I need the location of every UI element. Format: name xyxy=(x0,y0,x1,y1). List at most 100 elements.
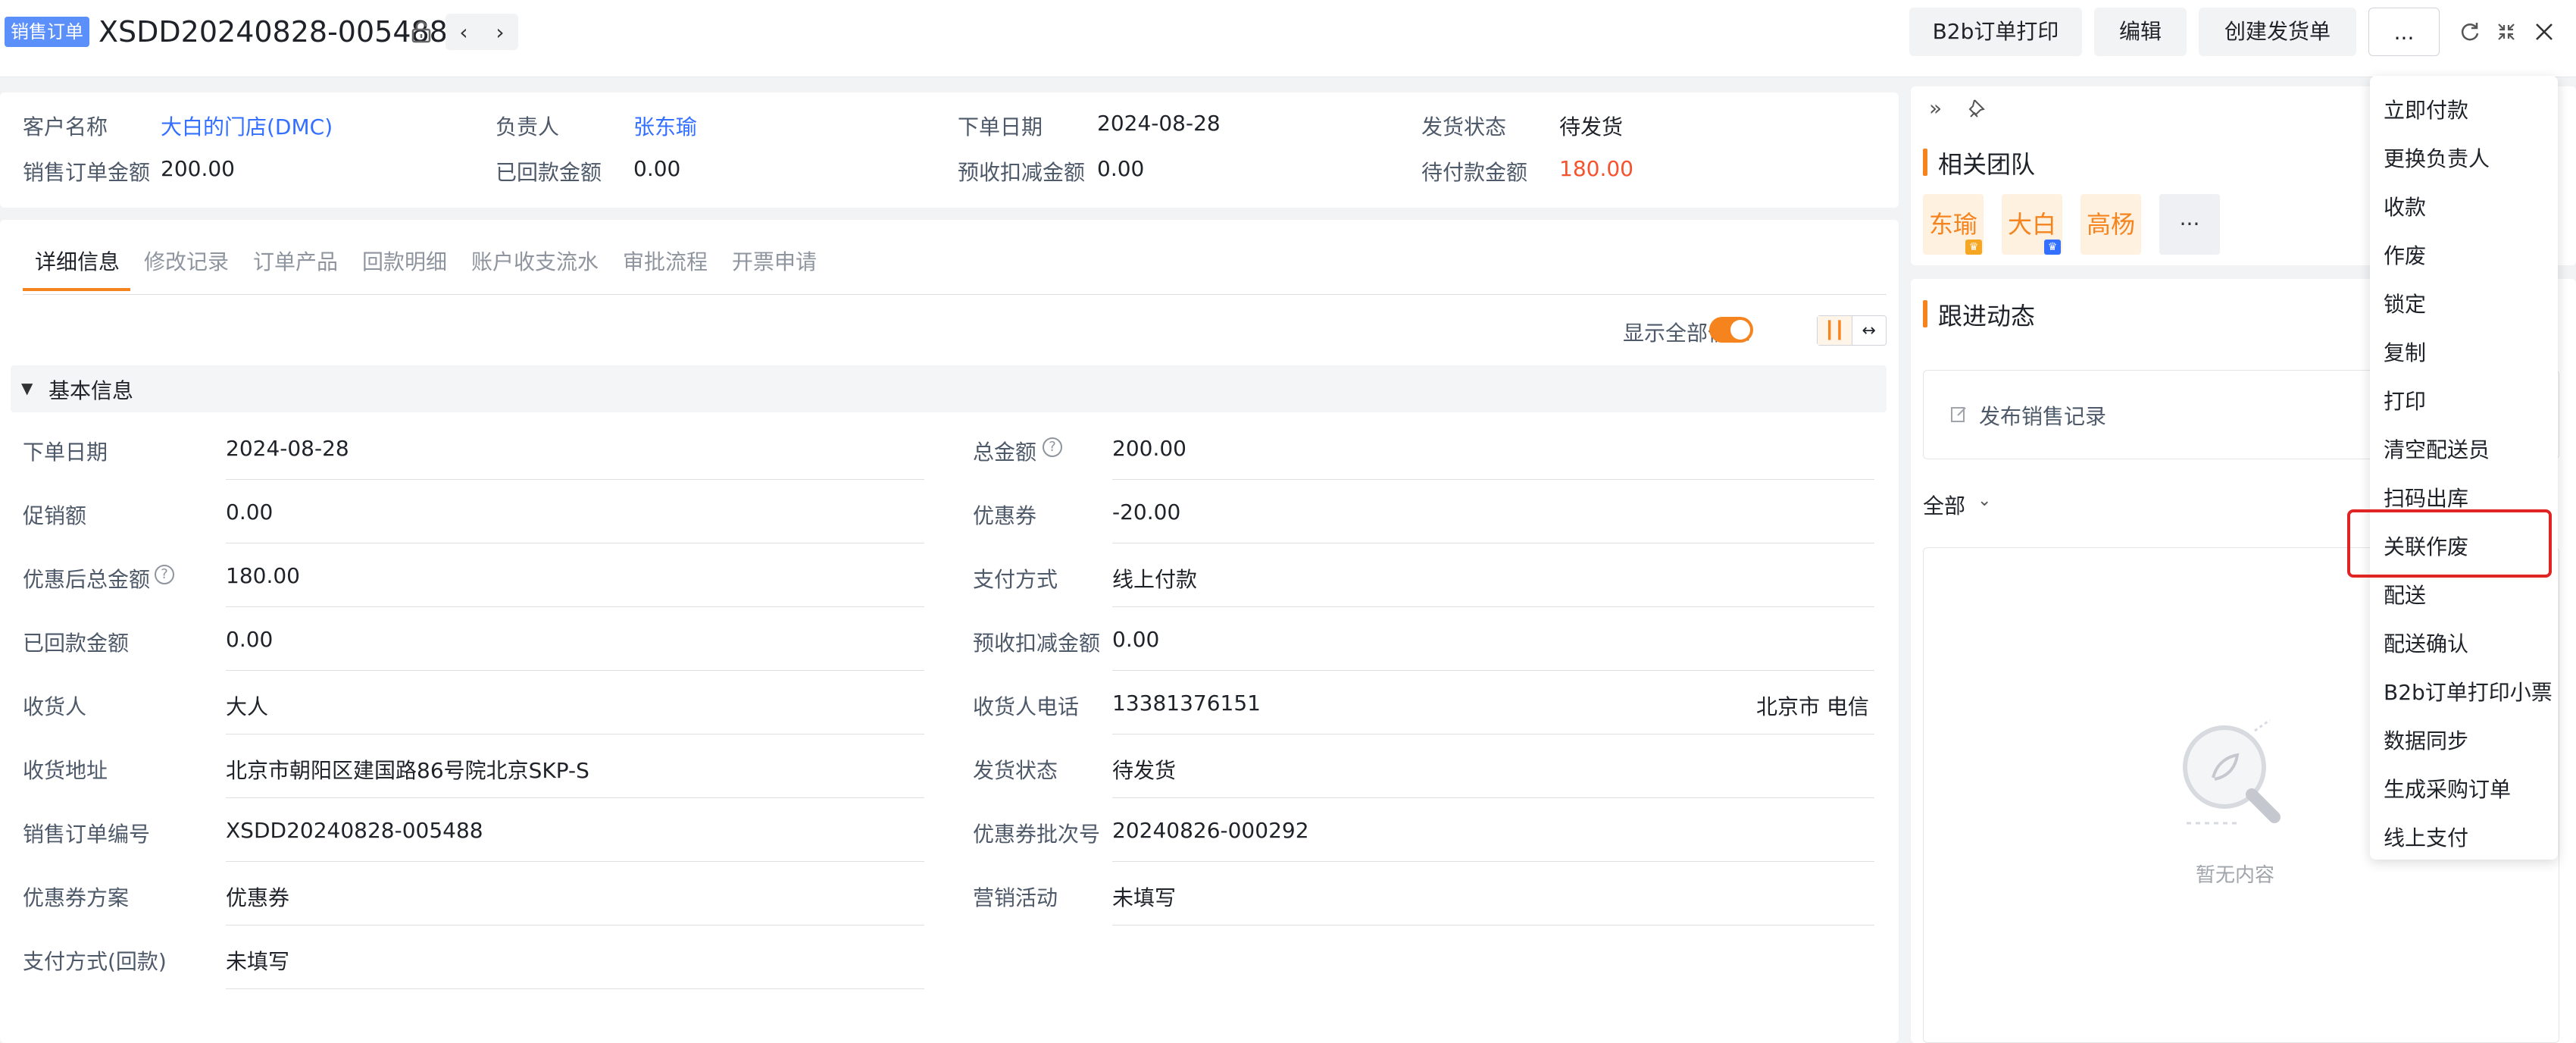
divider xyxy=(23,294,1887,295)
menu-item-create-po[interactable]: 生成采购订单 xyxy=(2384,766,2511,814)
collapse-icon[interactable] xyxy=(2491,15,2521,49)
menu-item-lock[interactable]: 锁定 xyxy=(2384,280,2426,329)
create-shipment-button[interactable]: 创建发货单 xyxy=(2199,8,2356,56)
edit-button[interactable]: 编辑 xyxy=(2094,8,2187,56)
section-header[interactable] xyxy=(11,365,1887,412)
unpaid-amount: 180.00 xyxy=(1559,156,1633,181)
menu-item-print[interactable]: 打印 xyxy=(2384,377,2426,426)
publish-label: 发布销售记录 xyxy=(1979,404,2107,429)
pin-icon[interactable] xyxy=(1967,97,1990,125)
field-label: 预收扣减金额 xyxy=(973,631,1101,656)
summary-label: 销售订单金额 xyxy=(23,160,151,185)
menu-item-confirm-delivery[interactable]: 配送确认 xyxy=(2384,620,2468,669)
field-value: 13381376151 xyxy=(1112,691,1261,716)
divider xyxy=(226,479,924,480)
consignee-link[interactable]: 大人 xyxy=(226,691,268,721)
field-value: 待发货 xyxy=(1112,758,1177,783)
menu-item-pay-now[interactable]: 立即付款 xyxy=(2384,86,2468,135)
field-label: 支付方式(回款) xyxy=(23,949,167,974)
refresh-icon[interactable] xyxy=(2455,15,2485,49)
menu-item-online-pay[interactable]: 线上支付 xyxy=(2384,814,2468,863)
detail-card xyxy=(0,220,1899,1043)
member-name: 东瑜 xyxy=(1928,210,1977,239)
lock-icon[interactable] xyxy=(406,15,436,49)
chevron-down-icon[interactable]: ⌄ xyxy=(1977,491,1991,510)
tab-order-products[interactable]: 订单产品 xyxy=(253,246,338,276)
tab-approval[interactable]: 审批流程 xyxy=(623,246,708,276)
field-value: 2024-08-28 xyxy=(226,436,349,461)
divider xyxy=(1112,606,1874,607)
field-label: 优惠券 xyxy=(973,503,1037,528)
summary-label: 待付款金额 xyxy=(1421,160,1528,185)
highlight-box xyxy=(2347,509,2552,578)
divider xyxy=(226,988,924,989)
summary-label: 客户名称 xyxy=(23,114,108,139)
field-value: -20.00 xyxy=(1112,500,1181,525)
menu-item-deliver[interactable]: 配送 xyxy=(2384,572,2426,620)
summary-label: 已回款金额 xyxy=(496,160,602,185)
menu-item-void[interactable]: 作废 xyxy=(2384,232,2426,280)
tab-payment-details[interactable]: 回款明细 xyxy=(362,246,447,276)
owner-crown-icon: ♛ xyxy=(1965,240,1982,255)
summary-value: 0.00 xyxy=(633,156,681,181)
phone-region: 北京市 电信 xyxy=(1756,694,1869,719)
section-marker xyxy=(1923,300,1927,327)
summary-label: 预收扣减金额 xyxy=(958,160,1086,185)
field-value: 0.00 xyxy=(1112,627,1160,652)
tab-change-log[interactable]: 修改记录 xyxy=(144,246,229,276)
field-label: 优惠券方案 xyxy=(23,885,130,910)
summary-label: 发货状态 xyxy=(1421,114,1507,139)
team-more-button[interactable]: ··· xyxy=(2159,194,2220,255)
double-chevron-right-icon[interactable]: » xyxy=(1929,96,1942,121)
field-value: 未填写 xyxy=(226,949,290,974)
menu-item-change-owner[interactable]: 更换负责人 xyxy=(2384,135,2490,183)
divider xyxy=(1112,797,1874,798)
help-icon[interactable]: ? xyxy=(1043,437,1062,457)
field-label: 收货人 xyxy=(23,694,87,719)
field-value: 0.00 xyxy=(226,627,274,652)
menu-item-copy[interactable]: 复制 xyxy=(2384,329,2426,377)
divider xyxy=(226,797,924,798)
caret-down-icon[interactable]: ▼ xyxy=(21,379,33,397)
field-label: 优惠后总金额 xyxy=(23,567,151,592)
b2b-print-button[interactable]: B2b订单打印 xyxy=(1909,8,2082,56)
more-actions-button[interactable]: ... xyxy=(2368,8,2440,56)
chevron-left-icon[interactable]: ‹ xyxy=(445,14,482,50)
team-member-avatar[interactable]: 大白 ♛ xyxy=(2002,194,2062,255)
field-label: 优惠券批次号 xyxy=(973,822,1101,847)
section-title: 基本信息 xyxy=(48,378,134,403)
field-label: 营销活动 xyxy=(973,885,1058,910)
menu-item-clear-courier[interactable]: 清空配送员 xyxy=(2384,426,2490,475)
expand-width-icon[interactable]: ↔ xyxy=(1852,316,1887,345)
team-member-avatar[interactable]: 东瑜 ♛ xyxy=(1923,194,1984,255)
team-member-avatar[interactable]: 高杨 xyxy=(2080,194,2141,255)
menu-item-collect[interactable]: 收款 xyxy=(2384,183,2426,232)
filter-select[interactable]: 全部 xyxy=(1923,490,1965,520)
field-label: 发货状态 xyxy=(973,758,1058,783)
divider xyxy=(1112,670,1874,671)
menu-item-sync-data[interactable]: 数据同步 xyxy=(2384,717,2468,766)
menu-item-b2b-receipt[interactable]: B2b订单打印小票 xyxy=(2384,669,2553,717)
tab-invoice[interactable]: 开票申请 xyxy=(732,246,817,276)
doc-type-tag: 销售订单 xyxy=(5,17,89,47)
active-tab-indicator xyxy=(23,288,130,291)
coupon-batch-link[interactable]: 20240826-000292 xyxy=(1112,818,1309,843)
field-value: 线上付款 xyxy=(1112,567,1198,592)
show-all-toggle[interactable] xyxy=(1709,317,1753,343)
empty-search-icon xyxy=(2171,709,2293,851)
chevron-right-icon[interactable]: › xyxy=(482,14,518,50)
edit-icon xyxy=(1950,403,1968,428)
columns-icon[interactable]: ┃┃ xyxy=(1818,316,1852,345)
close-icon[interactable] xyxy=(2529,15,2559,49)
coupon-plan-link[interactable]: 优惠券 xyxy=(226,882,289,912)
field-label: 收货地址 xyxy=(23,758,108,783)
field-value: 200.00 xyxy=(1112,436,1186,461)
tab-details[interactable]: 详细信息 xyxy=(35,246,120,276)
help-icon[interactable]: ? xyxy=(155,565,174,584)
owner-link[interactable]: 张东瑜 xyxy=(633,111,697,141)
customer-link[interactable]: 大白的门店(DMC) xyxy=(161,111,333,141)
summary-value: 2024-08-28 xyxy=(1097,111,1221,136)
tab-account-flow[interactable]: 账户收支流水 xyxy=(471,246,599,276)
field-label: 销售订单编号 xyxy=(23,822,151,847)
field-label: 下单日期 xyxy=(23,440,108,465)
